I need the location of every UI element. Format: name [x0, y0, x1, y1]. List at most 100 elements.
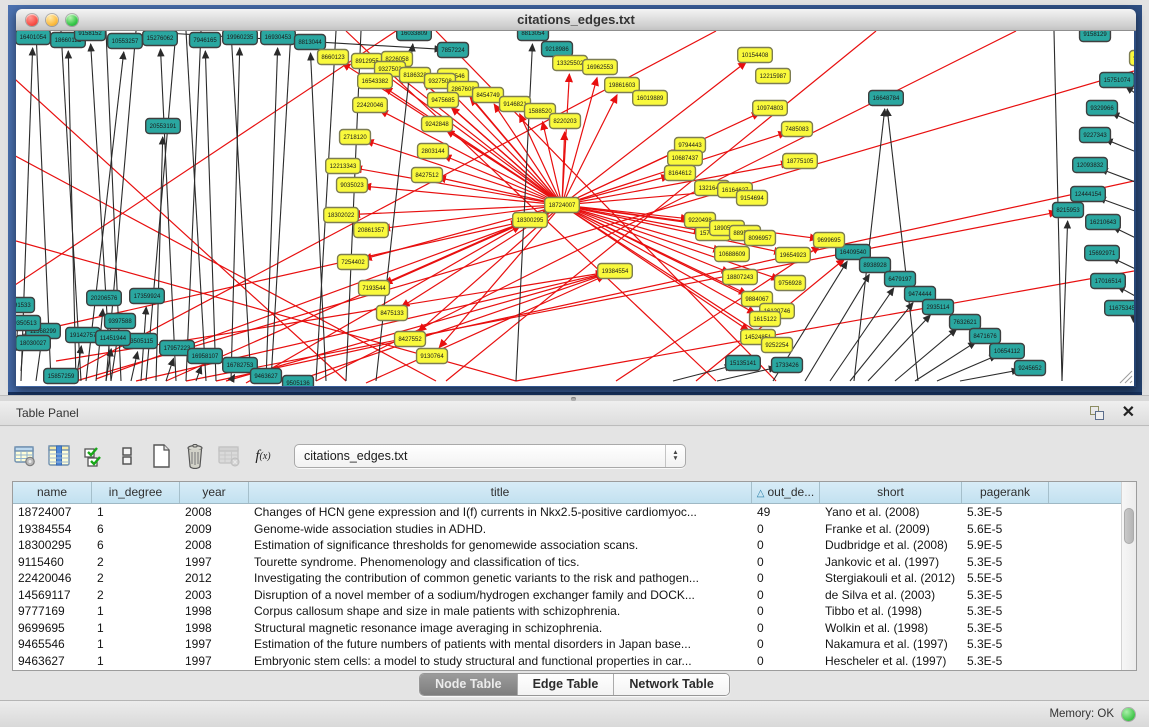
tab-node-table[interactable]: Node Table	[420, 674, 516, 695]
network-node[interactable]: 15857259	[44, 369, 79, 384]
network-node[interactable]: 22420046	[353, 98, 388, 113]
delete-columns-icon[interactable]	[180, 441, 210, 471]
network-node[interactable]: 12444154	[1071, 187, 1106, 202]
network-node[interactable]: 16930453	[261, 31, 296, 45]
column-header-pagerank[interactable]: pagerank	[962, 482, 1049, 503]
network-node[interactable]: 19654923	[776, 248, 811, 263]
network-node[interactable]: 9475685	[428, 93, 459, 108]
network-node[interactable]: 16210643	[1086, 215, 1121, 230]
table-row[interactable]: 911546021997Tourette syndrome. Phenomeno…	[13, 554, 1121, 571]
network-node[interactable]: 9130764	[417, 349, 448, 364]
network-node[interactable]: 8215953	[1053, 203, 1084, 218]
network-node[interactable]: 9756928	[775, 276, 806, 291]
table-selector-dropdown[interactable]: citations_edges.txt ▲▼	[294, 444, 686, 468]
network-node[interactable]: 19384554	[598, 264, 633, 279]
network-node[interactable]: 7946165	[190, 33, 221, 48]
network-node[interactable]: 15135141	[726, 356, 761, 371]
network-node[interactable]: 18300295	[513, 213, 548, 228]
network-node[interactable]: 10553257	[108, 34, 143, 49]
network-node[interactable]: 15751074	[1100, 73, 1134, 88]
memory-ok-icon[interactable]	[1122, 708, 1135, 721]
network-node[interactable]: 8427552	[395, 332, 426, 347]
float-window-icon[interactable]	[1090, 406, 1104, 420]
table-row[interactable]: 1938455462009Genome-wide association stu…	[13, 521, 1121, 538]
network-node[interactable]: 9397588	[105, 314, 136, 329]
network-node[interactable]: 10687437	[668, 151, 703, 166]
network-node[interactable]: 15692971	[1085, 246, 1120, 261]
minimize-window-icon[interactable]	[46, 14, 58, 26]
new-column-icon[interactable]	[146, 441, 176, 471]
column-header-name[interactable]: name	[13, 482, 92, 503]
network-node[interactable]: 2803144	[418, 144, 449, 159]
network-node[interactable]: 10154408	[738, 48, 773, 63]
network-node[interactable]: 7254402	[338, 255, 369, 270]
delete-table-icon[interactable]	[214, 441, 244, 471]
column-header-out_de[interactable]: △out_de...	[752, 482, 820, 503]
table-mode-icon[interactable]	[10, 441, 40, 471]
network-node[interactable]: 8660123	[318, 50, 349, 65]
network-canvas[interactable]: 1640105418660122915815210553257152760627…	[16, 31, 1134, 386]
network-node[interactable]: 11675345	[1105, 301, 1134, 316]
network-node[interactable]: 16962553	[583, 60, 618, 75]
network-node[interactable]: 7632621	[950, 315, 981, 330]
network-node[interactable]: 9158152	[75, 31, 106, 41]
network-node[interactable]: 8471676	[970, 329, 1001, 344]
select-columns-icon[interactable]	[78, 441, 108, 471]
network-node[interactable]: 9505136	[283, 376, 314, 387]
column-header-title[interactable]: title	[249, 482, 752, 503]
network-node[interactable]: 8096957	[745, 231, 776, 246]
network-node[interactable]: 7857224	[438, 43, 469, 58]
network-window-titlebar[interactable]: citations_edges.txt	[16, 9, 1136, 31]
tab-edge-table[interactable]: Edge Table	[517, 674, 614, 695]
network-node[interactable]: 16401054	[16, 31, 50, 45]
table-row[interactable]: 969969511998Structural magnetic resonanc…	[13, 620, 1121, 637]
network-node[interactable]: 9252254	[762, 338, 793, 353]
zoom-window-icon[interactable]	[66, 14, 78, 26]
network-node[interactable]: 2935114	[923, 300, 954, 315]
network-node[interactable]: 8938928	[860, 258, 891, 273]
table-row[interactable]: 1872400712008Changes of HCN gene express…	[13, 504, 1121, 521]
network-node[interactable]: 9463627	[251, 369, 282, 384]
network-node[interactable]: 9699695	[814, 233, 845, 248]
table-row[interactable]: 946554611997Estimation of the future num…	[13, 636, 1121, 653]
function-builder-icon[interactable]: f(x)	[248, 441, 278, 471]
network-node[interactable]: 18807243	[723, 270, 758, 285]
column-header-in_degree[interactable]: in_degree	[92, 482, 180, 503]
close-panel-icon[interactable]: ✕	[1122, 406, 1135, 420]
resize-grip[interactable]	[1120, 371, 1132, 383]
network-node[interactable]: 18724007	[545, 198, 580, 213]
network-node[interactable]: 9154694	[737, 191, 768, 206]
network-node[interactable]: 16958107	[188, 349, 223, 364]
citation-network-graph[interactable]: 1640105418660122915815210553257152760627…	[16, 31, 1134, 386]
network-node[interactable]: 20861357	[354, 223, 389, 238]
network-node[interactable]: 9218986	[542, 42, 573, 57]
network-node[interactable]: 20553191	[146, 119, 181, 134]
table-row[interactable]: 946362711997Embryonic stem cells: a mode…	[13, 653, 1121, 670]
network-node[interactable]: 9329966	[1087, 101, 1118, 116]
table-row[interactable]: 1830029562008Estimation of significance …	[13, 537, 1121, 554]
network-node[interactable]: 8454749	[473, 88, 504, 103]
network-node[interactable]: 18302022	[324, 208, 359, 223]
row-height-icon[interactable]	[112, 441, 142, 471]
tab-network-table[interactable]: Network Table	[613, 674, 729, 695]
network-node[interactable]: 8427512	[412, 168, 443, 183]
network-node[interactable]: 8220203	[550, 114, 581, 129]
network-node[interactable]: 9350513	[16, 316, 40, 331]
network-node[interactable]: 6479197	[885, 272, 916, 287]
network-node[interactable]: 10974803	[753, 101, 788, 116]
network-node[interactable]: 8813054	[518, 31, 549, 41]
column-header-year[interactable]: year	[180, 482, 249, 503]
network-node[interactable]: 7193544	[359, 281, 390, 296]
network-node[interactable]: 7485083	[782, 122, 813, 137]
network-node[interactable]: 2718120	[340, 130, 371, 145]
network-node[interactable]: 8813044	[295, 35, 326, 50]
network-node[interactable]: 9391533	[16, 298, 34, 313]
network-node[interactable]: 12215987	[756, 69, 791, 84]
network-node[interactable]: 17359924	[130, 289, 165, 304]
network-node[interactable]: 16019889	[633, 91, 668, 106]
show-columns-icon[interactable]	[44, 441, 74, 471]
table-row[interactable]: 977716911998Corpus callosum shape and si…	[13, 603, 1121, 620]
network-node[interactable]: 9227343	[1080, 128, 1111, 143]
network-node[interactable]: 16648784	[869, 91, 904, 106]
network-node[interactable]: 9242848	[422, 117, 453, 132]
